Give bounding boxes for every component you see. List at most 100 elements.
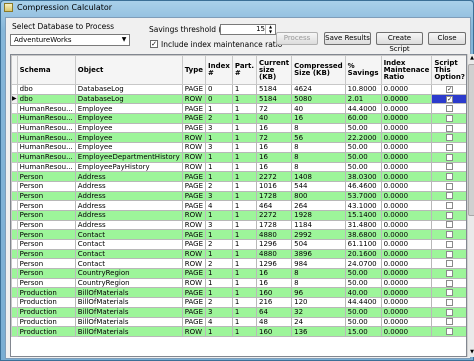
type-cell[interactable]: PAGE — [181, 84, 207, 95]
index-cell[interactable]: 2 — [205, 113, 233, 124]
table-row[interactable]: Person Address PAGE 4 1 464 264 43.1000 0.0000 — [11, 200, 466, 211]
compressed-size-cell[interactable]: 4624 — [291, 84, 346, 95]
ratio-cell[interactable]: 0.0000 — [380, 297, 433, 308]
script-option-checkbox[interactable] — [446, 250, 454, 258]
ratio-cell[interactable]: 0.0000 — [380, 219, 433, 231]
current-size-cell[interactable]: 160 — [256, 287, 293, 299]
type-cell[interactable]: PAGE — [181, 297, 207, 308]
type-cell[interactable]: ROW — [181, 248, 207, 260]
table-row[interactable]: dbo DatabaseLog PAGE 0 1 5184 4624 10.8000 0.000… — [11, 84, 466, 95]
column-header[interactable]: Schema — [16, 55, 76, 85]
compressed-size-cell[interactable]: 1408 — [291, 171, 346, 182]
table-row[interactable]: HumanResou... Employee PAGE 3 1 16 8 50.00 0.000… — [11, 122, 466, 134]
script-option-checkbox[interactable] — [446, 308, 454, 316]
script-option-checkbox[interactable] — [446, 134, 454, 142]
object-cell[interactable]: Address — [74, 200, 183, 211]
savings-cell[interactable]: 50.00 — [344, 268, 382, 279]
type-cell[interactable]: PAGE — [181, 239, 207, 250]
index-cell[interactable]: 4 — [205, 316, 233, 328]
current-size-cell[interactable]: 1728 — [256, 219, 293, 231]
table-row[interactable]: Production BillOfMaterials PAGE 4 1 48 24 50.00… — [11, 316, 466, 328]
schema-cell[interactable]: Person — [16, 219, 76, 231]
schema-cell[interactable]: Production — [16, 297, 76, 308]
partition-cell[interactable]: 1 — [231, 287, 258, 299]
scroll-down-icon[interactable]: ▼ — [468, 348, 474, 357]
current-size-cell[interactable]: 2272 — [256, 209, 293, 221]
script-option-checkbox[interactable] — [446, 240, 454, 248]
index-cell[interactable]: 2 — [205, 180, 233, 192]
table-row[interactable]: Person Address ROW 1 1 2272 1928 15.1400 0.0000 — [11, 209, 466, 221]
table-row[interactable]: Person Contact PAGE 2 1 1296 504 61.1100 0.0000 — [11, 239, 466, 250]
current-size-cell[interactable]: 16 — [256, 161, 293, 173]
compressed-size-cell[interactable]: 120 — [291, 297, 346, 308]
table-row[interactable]: Production BillOfMaterials ROW 1 1 160 136 15.0… — [11, 326, 466, 337]
table-row[interactable]: HumanResou... Employee PAGE 1 1 72 40 44.4000 0.… — [11, 103, 466, 115]
table-row[interactable]: Person Contact ROW 2 1 1296 984 24.0700 0.0000 — [11, 258, 466, 270]
schema-cell[interactable]: Person — [16, 258, 76, 270]
compressed-size-cell[interactable]: 32 — [291, 306, 346, 318]
type-cell[interactable]: PAGE — [181, 316, 207, 328]
column-header[interactable]: Type — [181, 55, 207, 85]
index-cell[interactable]: 1 — [205, 326, 233, 337]
type-cell[interactable]: ROW — [181, 161, 207, 173]
current-size-cell[interactable]: 5184 — [256, 93, 293, 105]
script-option-cell[interactable] — [431, 122, 466, 134]
script-option-cell[interactable]: ✓ — [431, 93, 466, 105]
current-size-cell[interactable]: 5184 — [256, 84, 293, 95]
ratio-cell[interactable]: 0.0000 — [380, 326, 433, 337]
ratio-cell[interactable]: 0.0000 — [380, 171, 433, 182]
partition-cell[interactable]: 1 — [231, 190, 258, 202]
create-script-button[interactable]: Create Script — [376, 32, 423, 53]
compressed-size-cell[interactable]: 136 — [291, 326, 346, 337]
compressed-size-cell[interactable]: 56 — [291, 132, 346, 144]
compressed-size-cell[interactable]: 984 — [291, 258, 346, 270]
object-cell[interactable]: Employee — [74, 103, 183, 115]
index-cell[interactable]: 2 — [205, 239, 233, 250]
script-option-checkbox[interactable] — [446, 221, 454, 229]
compressed-size-cell[interactable]: 24 — [291, 316, 346, 328]
table-row[interactable]: Person Contact ROW 1 1 4880 3896 20.1600 0.0000 — [11, 248, 466, 260]
object-cell[interactable]: BillOfMaterials — [74, 316, 183, 328]
partition-cell[interactable]: 1 — [231, 248, 258, 260]
table-row[interactable]: Production BillOfMaterials PAGE 2 1 216 120 44.… — [11, 297, 466, 308]
compressed-size-cell[interactable]: 544 — [291, 180, 346, 192]
table-row[interactable]: HumanResou... EmployeePayHistory ROW 1 1 16 8 5… — [11, 161, 466, 173]
script-option-cell[interactable] — [431, 142, 466, 153]
savings-cell[interactable]: 15.00 — [344, 326, 382, 337]
compressed-size-cell[interactable]: 16 — [291, 113, 346, 124]
script-option-cell[interactable] — [431, 200, 466, 211]
column-header[interactable]: Index Maintenace Ratio — [380, 55, 433, 85]
ratio-cell[interactable]: 0.0000 — [380, 84, 433, 95]
current-size-cell[interactable]: 72 — [256, 132, 293, 144]
object-cell[interactable]: BillOfMaterials — [74, 326, 183, 337]
object-cell[interactable]: Employee — [74, 142, 183, 153]
column-header[interactable]: Index # — [205, 55, 233, 85]
ratio-cell[interactable]: 0.0000 — [380, 122, 433, 134]
partition-cell[interactable]: 1 — [231, 93, 258, 105]
object-cell[interactable]: Address — [74, 180, 183, 192]
savings-cell[interactable]: 15.1400 — [344, 209, 382, 221]
partition-cell[interactable]: 1 — [231, 103, 258, 115]
partition-cell[interactable]: 1 — [231, 132, 258, 144]
script-option-cell[interactable] — [431, 132, 466, 144]
results-grid[interactable]: Schema Object Type Index # Part. # Current si… — [10, 54, 467, 357]
current-size-cell[interactable]: 160 — [256, 326, 293, 337]
table-row[interactable]: Person Address ROW 3 1 1728 1184 31.4800 0.0000 — [11, 219, 466, 231]
compressed-size-cell[interactable]: 8 — [291, 268, 346, 279]
type-cell[interactable]: ROW — [181, 219, 207, 231]
savings-cell[interactable]: 50.00 — [344, 122, 382, 134]
current-size-cell[interactable]: 16 — [256, 277, 293, 289]
partition-cell[interactable]: 1 — [231, 306, 258, 318]
chevron-down-icon[interactable]: ▼ — [120, 36, 128, 44]
schema-cell[interactable]: HumanResou... — [16, 132, 76, 144]
ratio-cell[interactable]: 0.0000 — [380, 209, 433, 221]
type-cell[interactable]: PAGE — [181, 103, 207, 115]
index-cell[interactable]: 3 — [205, 122, 233, 134]
script-option-checkbox[interactable] — [446, 202, 454, 210]
column-header[interactable]: Compressed Size (KB) — [291, 55, 346, 85]
current-size-cell[interactable]: 1296 — [256, 258, 293, 270]
object-cell[interactable]: Address — [74, 219, 183, 231]
type-cell[interactable]: PAGE — [181, 113, 207, 124]
script-option-cell[interactable] — [431, 268, 466, 279]
table-row[interactable]: Production BillOfMaterials PAGE 3 1 64 32 50.00… — [11, 306, 466, 318]
